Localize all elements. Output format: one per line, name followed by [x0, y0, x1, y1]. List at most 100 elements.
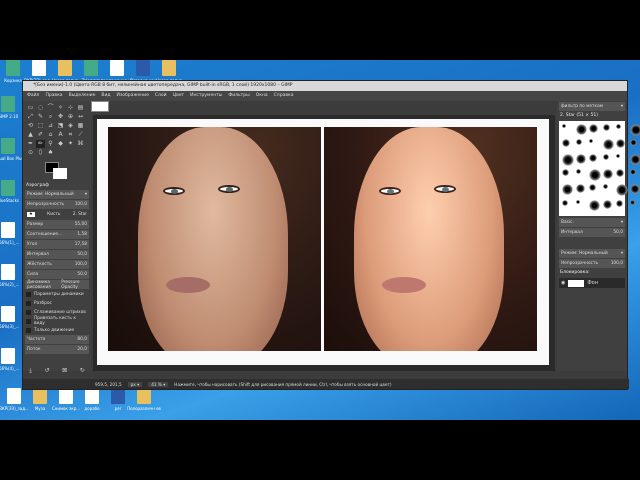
- tool-icon[interactable]: ✦: [66, 140, 75, 148]
- menu-item[interactable]: Выделение: [69, 91, 96, 101]
- param-slider[interactable]: Размер 55,00: [25, 220, 89, 229]
- brush-swatch[interactable]: [630, 199, 635, 205]
- tool-icon[interactable]: ⌗: [66, 131, 75, 139]
- brush-swatch[interactable]: [589, 124, 598, 133]
- option-checkbox[interactable]: Привязать кисть к виду: [26, 316, 88, 326]
- dynamics-select[interactable]: Динамика рисования Pressure Opacity: [25, 280, 89, 290]
- tool-icon[interactable]: ◌: [36, 104, 45, 112]
- brush-swatch[interactable]: [603, 199, 612, 209]
- brush-swatch[interactable]: [589, 199, 600, 211]
- menu-item[interactable]: Фильтры: [228, 91, 249, 101]
- menu-item[interactable]: Изображение: [117, 91, 149, 101]
- zoom-select[interactable]: 41 % ▾: [148, 381, 169, 387]
- reset-icon[interactable]: ↻: [80, 367, 85, 377]
- brush-spacing-slider[interactable]: Интервал 50,0: [559, 228, 625, 237]
- layer-opacity-slider[interactable]: Непрозрачность 100,0: [559, 259, 625, 268]
- tool-icon[interactable]: ⌒: [46, 104, 55, 112]
- color-swatches[interactable]: [23, 160, 91, 182]
- param-slider[interactable]: Соотношение... 1,58: [25, 230, 89, 239]
- tool-icon[interactable]: ⚲: [46, 140, 55, 148]
- tool-icon[interactable]: ✧: [56, 104, 65, 112]
- tool-icon[interactable]: A: [56, 131, 65, 139]
- brush-swatch[interactable]: [576, 124, 587, 135]
- brush-swatch[interactable]: [589, 139, 593, 144]
- tool-icon[interactable]: ⊹: [66, 104, 75, 112]
- brush-swatch[interactable]: [603, 139, 614, 151]
- option-checkbox[interactable]: Параметры динамики: [26, 290, 88, 298]
- tool-icon[interactable]: ✥: [56, 113, 65, 121]
- layer-mode-select[interactable]: Режим: Нормальный ▾: [559, 249, 625, 258]
- desktop-icon[interactable]: Полоразличн ев: [127, 388, 161, 411]
- param-slider[interactable]: Сила 50,0: [25, 270, 89, 279]
- brush-swatch[interactable]: [576, 153, 586, 164]
- brush-swatch[interactable]: [562, 168, 569, 176]
- brush-swatch[interactable]: [589, 153, 597, 162]
- tool-icon[interactable]: ⊕: [66, 113, 75, 121]
- menu-item[interactable]: Правка: [45, 91, 62, 101]
- tool-icon[interactable]: ⬔: [56, 122, 65, 130]
- brush-swatch[interactable]: [630, 168, 636, 175]
- unit-select[interactable]: px ▾: [127, 381, 143, 387]
- tool-icon[interactable]: ▦: [76, 122, 85, 130]
- tool-icon[interactable]: ⬯: [36, 149, 45, 157]
- brush-swatch[interactable]: [603, 184, 608, 190]
- brush-swatch[interactable]: [616, 139, 625, 149]
- checkbox[interactable]: [26, 309, 31, 315]
- tool-icon[interactable]: ✒: [26, 140, 35, 148]
- tool-icon[interactable]: ✐: [36, 131, 45, 139]
- brush-swatch[interactable]: [616, 168, 624, 177]
- tool-icon[interactable]: ⬚: [36, 122, 45, 130]
- image-canvas[interactable]: [93, 115, 555, 371]
- brush-swatch[interactable]: [589, 184, 596, 192]
- brush-swatch[interactable]: [616, 153, 620, 158]
- brush-swatch[interactable]: [616, 124, 621, 129]
- brush-swatch[interactable]: [562, 139, 570, 148]
- brush-swatch[interactable]: [562, 184, 573, 196]
- brush-swatch[interactable]: [616, 184, 628, 197]
- tool-icon[interactable]: ▤: [76, 104, 85, 112]
- param-slider[interactable]: Жёсткость 100,0: [25, 260, 89, 269]
- tool-icon[interactable]: ▲: [26, 131, 35, 139]
- brush-select[interactable]: ★ Кисть 2. Star: [25, 210, 89, 219]
- checkbox[interactable]: [26, 327, 31, 333]
- tool-icon[interactable]: ↔: [76, 113, 85, 121]
- checkbox[interactable]: [26, 300, 31, 306]
- background-color[interactable]: [53, 168, 67, 179]
- tool-icon[interactable]: ⟋: [76, 131, 85, 139]
- brush-swatch[interactable]: [630, 153, 640, 165]
- brush-swatch[interactable]: [630, 124, 640, 136]
- tool-icon[interactable]: ✎: [36, 113, 45, 121]
- tool-icon[interactable]: ✏: [36, 140, 45, 148]
- opacity-slider[interactable]: Непрозрачность 100,0: [25, 200, 89, 209]
- delete-icon[interactable]: ⊠: [62, 367, 67, 377]
- tool-icon[interactable]: ⊙: [26, 149, 35, 157]
- flow-slider[interactable]: Поток 20,0: [25, 345, 89, 354]
- brush-swatch[interactable]: [562, 124, 566, 128]
- brush-swatch[interactable]: [576, 184, 585, 194]
- brush-swatch[interactable]: [576, 199, 580, 204]
- save-options-icon[interactable]: ⤓: [29, 367, 32, 377]
- option-checkbox[interactable]: Разброс: [26, 299, 88, 307]
- tool-icon[interactable]: ⤢: [26, 113, 35, 121]
- checkbox[interactable]: [26, 291, 31, 297]
- tool-icon[interactable]: ⌂: [46, 131, 55, 139]
- option-checkbox[interactable]: Сглаживание штрихов: [26, 308, 88, 316]
- menu-item[interactable]: Справка: [274, 91, 294, 101]
- brush-filter-input[interactable]: фильтр по меткам ▾: [559, 102, 625, 111]
- image-tab[interactable]: [91, 101, 109, 112]
- param-slider[interactable]: Угол 17,58: [25, 240, 89, 249]
- tool-icon[interactable]: ⌕: [46, 113, 55, 121]
- tool-icon[interactable]: ♠: [46, 149, 55, 157]
- menu-item[interactable]: Цвет: [173, 91, 185, 101]
- brush-preset-select[interactable]: Basic. ▾: [559, 218, 625, 227]
- menu-item[interactable]: Вид: [101, 91, 110, 101]
- brush-swatch[interactable]: [562, 153, 574, 166]
- rate-slider[interactable]: Частота 80,0: [25, 335, 89, 344]
- menu-item[interactable]: Файл: [27, 91, 39, 101]
- tool-icon[interactable]: ◆: [56, 140, 65, 148]
- brush-swatch[interactable]: [603, 168, 613, 179]
- mode-select[interactable]: Режим: Нормальный ▾: [25, 190, 89, 199]
- brush-swatch[interactable]: [576, 168, 581, 174]
- layer-row[interactable]: ◉ Фон: [559, 278, 625, 288]
- brush-swatch[interactable]: [603, 153, 609, 160]
